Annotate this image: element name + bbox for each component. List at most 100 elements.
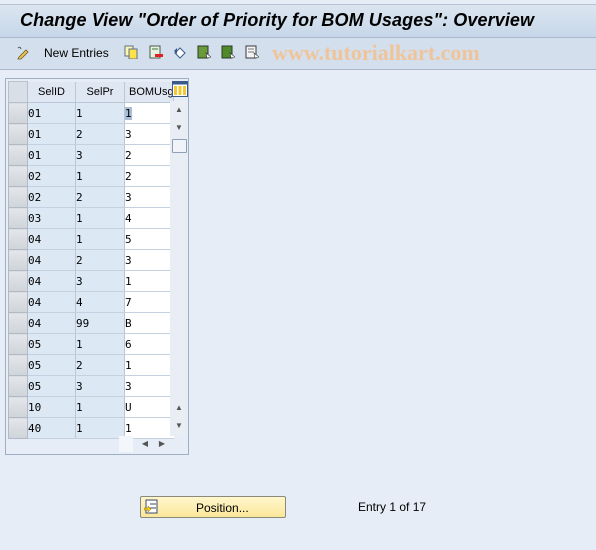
position-button[interactable]: Position... [140, 496, 286, 518]
cell-bomusg[interactable]: 1 [124, 270, 174, 292]
new-entries-button[interactable]: New Entries [44, 46, 109, 60]
cell-bomusg[interactable]: 6 [124, 333, 174, 355]
deselect-all-icon[interactable] [245, 45, 259, 59]
row-selector[interactable] [8, 186, 28, 208]
cell-selid: 02 [27, 186, 76, 208]
cell-selid: 04 [27, 312, 76, 334]
row-selector[interactable] [8, 228, 28, 250]
cell-selid: 05 [27, 375, 76, 397]
table-row: 04 1 5 [8, 228, 174, 250]
table-settings-icon[interactable] [172, 81, 188, 97]
page-up-button[interactable]: ▲ [170, 399, 188, 417]
cell-selpr: 2 [75, 249, 125, 271]
page-title: Change View "Order of Priority for BOM U… [20, 10, 535, 30]
table-row: 05 1 6 [8, 333, 174, 355]
row-selector[interactable] [8, 375, 28, 397]
table-row: 01 3 2 [8, 144, 174, 166]
cell-selid: 05 [27, 354, 76, 376]
cell-selpr: 1 [75, 102, 125, 124]
select-all-icon[interactable] [197, 45, 211, 59]
cell-selid: 05 [27, 333, 76, 355]
cell-bomusg[interactable]: 3 [124, 375, 174, 397]
table-row: 02 2 3 [8, 186, 174, 208]
cell-selpr: 1 [75, 333, 125, 355]
cell-selid: 04 [27, 249, 76, 271]
delete-icon[interactable] [149, 45, 163, 59]
cell-selid: 10 [27, 396, 76, 418]
column-header-selpr[interactable]: SelPr [75, 81, 125, 103]
cell-bomusg[interactable]: 4 [124, 207, 174, 229]
cell-selid: 03 [27, 207, 76, 229]
row-selector[interactable] [8, 417, 28, 439]
table-row: 04 3 1 [8, 270, 174, 292]
table-row: 03 1 4 [8, 207, 174, 229]
cell-selid: 04 [27, 228, 76, 250]
cell-selpr: 1 [75, 396, 125, 418]
cell-selid: 01 [27, 102, 76, 124]
row-selector[interactable] [8, 396, 28, 418]
entry-counter: Entry 1 of 17 [358, 500, 427, 514]
cell-selid: 04 [27, 270, 76, 292]
scroll-up-button[interactable]: ▲ [170, 101, 188, 119]
cell-selid: 40 [27, 417, 76, 439]
position-button-label: Position... [196, 501, 249, 515]
cell-bomusg[interactable]: 3 [124, 186, 174, 208]
horizontal-scrollbar[interactable]: ◀ ▶ [119, 436, 171, 452]
cell-selpr: 2 [75, 123, 125, 145]
position-icon [144, 499, 158, 514]
column-header-bomusg[interactable]: BOMUsg [124, 81, 174, 103]
cell-bomusg[interactable]: 3 [124, 123, 174, 145]
row-selector[interactable] [8, 354, 28, 376]
cell-selpr: 3 [75, 144, 125, 166]
row-selector[interactable] [8, 291, 28, 313]
vertical-scrollbar[interactable]: ▲ ▼ ▲ ▼ [170, 101, 188, 436]
page-down-button[interactable]: ▼ [170, 417, 188, 435]
priority-table: SelID SelPr BOMUsg 01 1 1 01 2 3 01 3 2 02 1 2 02 2 3 0… [8, 81, 174, 439]
select-block-icon[interactable] [221, 45, 235, 59]
copy-as-icon[interactable] [124, 45, 138, 59]
cell-selpr: 1 [75, 207, 125, 229]
cell-selpr: 2 [75, 186, 125, 208]
cell-selid: 02 [27, 165, 76, 187]
row-selector[interactable] [8, 249, 28, 271]
row-selector[interactable] [8, 144, 28, 166]
scroll-down-button[interactable]: ▼ [170, 119, 188, 137]
row-selector[interactable] [8, 207, 28, 229]
cell-selpr: 1 [75, 417, 125, 439]
row-selector[interactable] [8, 123, 28, 145]
table-row: 01 1 1 [8, 102, 174, 124]
table-row: 05 3 3 [8, 375, 174, 397]
cell-bomusg[interactable]: 1 [124, 102, 174, 124]
column-header-selid[interactable]: SelID [27, 81, 76, 103]
cell-selid: 01 [27, 123, 76, 145]
row-selector[interactable] [8, 333, 28, 355]
cell-selpr: 4 [75, 291, 125, 313]
table-row: 01 2 3 [8, 123, 174, 145]
cell-bomusg[interactable]: 5 [124, 228, 174, 250]
select-all-rows-button[interactable] [8, 81, 28, 103]
table-row: 02 1 2 [8, 165, 174, 187]
cell-selpr: 3 [75, 270, 125, 292]
table-control: SelID SelPr BOMUsg 01 1 1 01 2 3 01 3 2 02 1 2 02 2 3 0… [5, 78, 189, 455]
undo-change-icon[interactable] [173, 45, 187, 59]
row-selector[interactable] [8, 312, 28, 334]
cell-selpr: 3 [75, 375, 125, 397]
table-row: 05 2 1 [8, 354, 174, 376]
cell-bomusg[interactable]: 1 [124, 354, 174, 376]
cell-bomusg[interactable]: 2 [124, 144, 174, 166]
row-selector[interactable] [8, 270, 28, 292]
cell-bomusg[interactable]: 7 [124, 291, 174, 313]
display-change-icon[interactable] [16, 46, 30, 60]
scroll-left-button[interactable]: ◀ [137, 436, 153, 452]
cell-selid: 01 [27, 144, 76, 166]
scroll-right-button[interactable]: ▶ [154, 436, 170, 452]
application-toolbar: New Entries www.tutorialkart.com [0, 38, 596, 70]
cell-bomusg[interactable]: U [124, 396, 174, 418]
cell-bomusg[interactable]: 2 [124, 165, 174, 187]
row-selector[interactable] [8, 165, 28, 187]
cell-bomusg[interactable]: B [124, 312, 174, 334]
cell-bomusg[interactable]: 3 [124, 249, 174, 271]
scroll-thumb[interactable] [172, 139, 187, 153]
row-selector[interactable] [8, 102, 28, 124]
table-row: 04 2 3 [8, 249, 174, 271]
